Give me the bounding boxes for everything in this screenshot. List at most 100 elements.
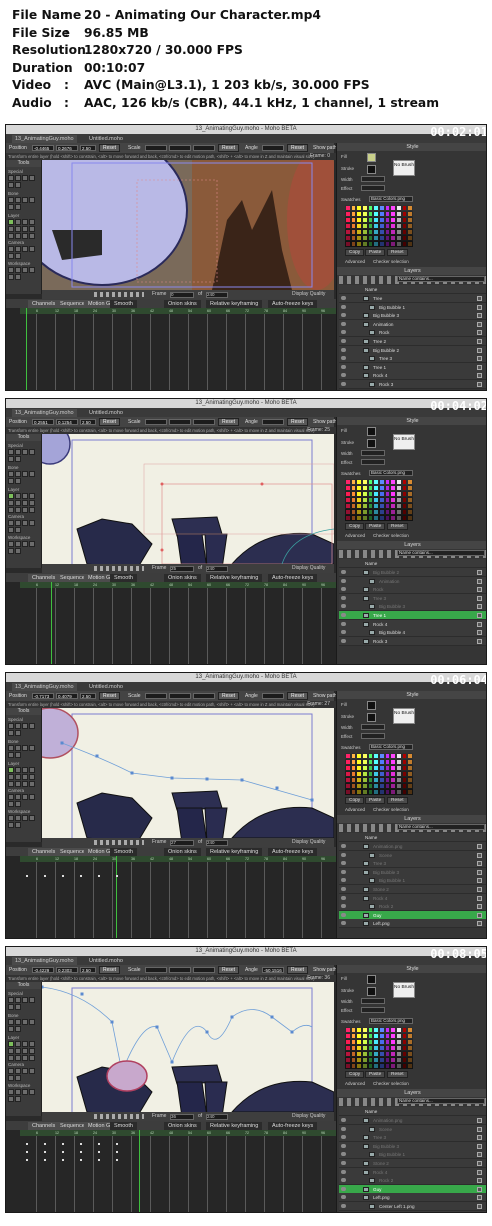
keyframe[interactable]	[116, 875, 118, 877]
playback-controls[interactable]	[94, 840, 144, 845]
show-path-checkbox[interactable]: Show path	[313, 691, 337, 701]
tool-button[interactable]	[8, 204, 14, 210]
tool-button[interactable]	[29, 745, 35, 751]
position-x-field[interactable]: -0.7173	[32, 693, 54, 699]
tool-button[interactable]	[15, 471, 21, 477]
effect-dropdown[interactable]	[361, 185, 385, 191]
keyframe[interactable]	[26, 1151, 28, 1153]
checker-selection-checkbox[interactable]: Checker selection	[373, 533, 409, 538]
tab-document-2[interactable]: Untitled.moho	[86, 135, 126, 143]
tool-button[interactable]	[29, 246, 35, 252]
tool-button[interactable]	[8, 520, 14, 526]
palette-swatch[interactable]	[407, 515, 413, 521]
visibility-icon[interactable]	[341, 1152, 346, 1157]
playhead[interactable]	[51, 582, 52, 664]
visibility-icon[interactable]	[341, 904, 346, 909]
stage-canvas[interactable]	[42, 434, 334, 564]
onion-skins-button[interactable]: Onion skins	[164, 848, 201, 856]
tool-button[interactable]	[8, 493, 14, 499]
visibility-icon[interactable]	[341, 1195, 346, 1200]
name-contains-field[interactable]: Name contains...	[397, 1098, 485, 1104]
playhead[interactable]	[26, 308, 27, 390]
visibility-icon[interactable]	[341, 1118, 346, 1122]
stage-canvas[interactable]	[42, 160, 334, 290]
scale-x-field[interactable]	[145, 967, 167, 973]
tool-button[interactable]	[8, 1041, 14, 1047]
fill-swatch[interactable]	[367, 701, 376, 710]
tool-button[interactable]	[15, 1096, 21, 1102]
checker-selection-checkbox[interactable]: Checker selection	[373, 259, 409, 264]
tool-button[interactable]	[22, 815, 28, 821]
total-frames-field[interactable]: 240	[206, 1114, 228, 1120]
visibility-icon[interactable]	[341, 321, 346, 326]
tool-button[interactable]	[8, 274, 14, 280]
tool-button[interactable]	[29, 471, 35, 477]
width-field[interactable]	[361, 450, 385, 456]
position-z-field[interactable]: 2.50	[80, 693, 96, 699]
relative-keyframing-toggle[interactable]: Relative keyframing	[206, 1122, 263, 1130]
copy-button[interactable]: Copy	[345, 797, 365, 804]
onion-skins-button[interactable]: Onion skins	[164, 1122, 201, 1130]
visibility-icon[interactable]	[341, 595, 346, 600]
tool-button[interactable]	[29, 794, 35, 800]
position-z-field[interactable]: 2.50	[80, 967, 96, 973]
layer-checkbox[interactable]	[477, 373, 482, 379]
tool-button[interactable]	[29, 1089, 35, 1095]
onion-skins-button[interactable]: Onion skins	[164, 300, 201, 308]
auto-freeze-toggle[interactable]: Auto-freeze keys	[268, 300, 318, 308]
stroke-swatch[interactable]	[367, 713, 376, 722]
paste-button[interactable]: Paste	[365, 249, 386, 256]
reset-style-button[interactable]: Reset	[387, 249, 408, 256]
tool-button[interactable]	[8, 471, 14, 477]
tool-button[interactable]	[15, 253, 21, 259]
position-y-field[interactable]: 0.2676	[56, 145, 78, 151]
tool-button[interactable]	[15, 767, 21, 773]
scale-z-field[interactable]	[193, 419, 215, 425]
visibility-icon[interactable]	[341, 638, 346, 643]
visibility-icon[interactable]	[341, 921, 346, 926]
tool-button[interactable]	[22, 471, 28, 477]
width-field[interactable]	[361, 998, 385, 1004]
tool-button[interactable]	[15, 204, 21, 210]
tool-button[interactable]	[15, 449, 21, 455]
swatches-dropdown[interactable]: Basic Colors.png	[369, 1018, 413, 1024]
layer-row[interactable]: Rock 3	[339, 636, 486, 646]
keyframe[interactable]	[26, 1143, 28, 1145]
tool-button[interactable]	[22, 745, 28, 751]
tab-document-1[interactable]: 13_AnimatingGuy.moho	[12, 135, 77, 143]
tool-button[interactable]	[15, 794, 21, 800]
fill-swatch[interactable]	[367, 975, 376, 984]
onion-skins-button[interactable]: Onion skins	[164, 574, 201, 582]
tool-button[interactable]	[15, 1089, 21, 1095]
tool-button[interactable]	[22, 997, 28, 1003]
layer-checkbox[interactable]	[477, 912, 482, 918]
paste-button[interactable]: Paste	[365, 523, 386, 530]
visibility-icon[interactable]	[341, 887, 346, 891]
layer-checkbox[interactable]	[477, 878, 482, 884]
layer-checkbox[interactable]	[477, 578, 482, 584]
reset-scale-button[interactable]: Reset	[218, 692, 240, 700]
visibility-icon[interactable]	[341, 1126, 346, 1131]
layer-row[interactable]: Rock 3	[339, 380, 486, 389]
tool-button[interactable]	[29, 774, 35, 780]
layer-checkbox[interactable]	[477, 382, 482, 387]
copy-button[interactable]: Copy	[345, 249, 365, 256]
tool-button[interactable]	[15, 456, 21, 462]
layer-checkbox[interactable]	[477, 304, 482, 310]
reset-position-button[interactable]: Reset	[99, 418, 121, 426]
visibility-icon[interactable]	[341, 339, 346, 343]
tool-button[interactable]	[8, 1089, 14, 1095]
tool-button[interactable]	[15, 520, 21, 526]
swatches-dropdown[interactable]: Basic Colors.png	[369, 196, 413, 202]
visibility-icon[interactable]	[341, 296, 346, 300]
tool-button[interactable]	[15, 219, 21, 225]
keyframe[interactable]	[44, 875, 46, 877]
layer-checkbox[interactable]	[477, 861, 482, 867]
layer-checkbox[interactable]	[477, 330, 482, 336]
angle-field[interactable]	[262, 693, 284, 699]
tool-button[interactable]	[22, 541, 28, 547]
display-quality-dropdown[interactable]: Display Quality	[292, 1112, 325, 1121]
reset-position-button[interactable]: Reset	[99, 144, 121, 152]
visibility-icon[interactable]	[341, 895, 346, 900]
layer-checkbox[interactable]	[477, 1195, 482, 1201]
